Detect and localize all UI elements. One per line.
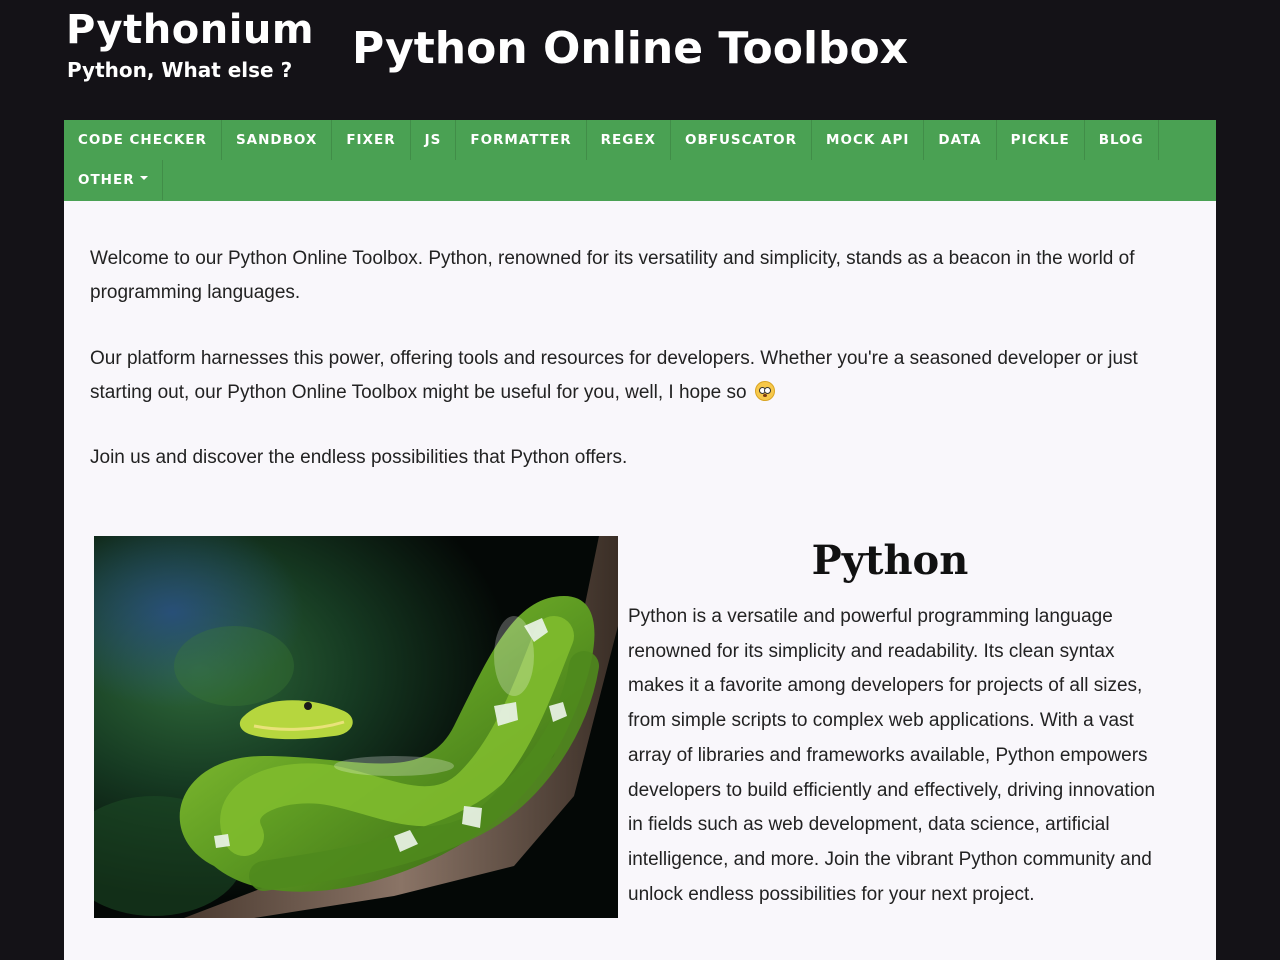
main-nav: CODE CHECKER SANDBOX FIXER JS FORMATTER … bbox=[64, 120, 1216, 201]
nav-item-other-label: OTHER bbox=[78, 172, 135, 188]
nav-item-pickle[interactable]: PICKLE bbox=[997, 120, 1085, 160]
intro-paragraph-2: Our platform harnesses this power, offer… bbox=[90, 342, 1180, 410]
nav-item-code-checker[interactable]: CODE CHECKER bbox=[64, 120, 222, 160]
nav-item-formatter[interactable]: FORMATTER bbox=[456, 120, 587, 160]
nav-item-js[interactable]: JS bbox=[411, 120, 457, 160]
nav-item-mock-api[interactable]: MOCK API bbox=[812, 120, 925, 160]
python-description: Python is a versatile and powerful progr… bbox=[628, 606, 1156, 905]
nav-item-other-dropdown[interactable]: OTHER bbox=[64, 160, 163, 200]
nav-item-sandbox[interactable]: SANDBOX bbox=[222, 120, 333, 160]
nav-row-primary: CODE CHECKER SANDBOX FIXER JS FORMATTER … bbox=[64, 120, 1159, 160]
brand-tagline: Python, What else ? bbox=[67, 58, 293, 82]
intro-paragraph-3: Join us and discover the endless possibi… bbox=[90, 447, 628, 468]
intro-paragraph-1: Welcome to our Python Online Toolbox. Py… bbox=[90, 248, 1135, 303]
flushed-face-emoji-icon bbox=[754, 381, 775, 401]
main-content: Welcome to our Python Online Toolbox. Py… bbox=[64, 201, 1216, 960]
nav-item-blog[interactable]: BLOG bbox=[1085, 120, 1159, 160]
python-heading: Python bbox=[811, 537, 969, 584]
site-header: Pythonium Python, What else ? Python Onl… bbox=[0, 0, 1280, 120]
intro-paragraph-2-text: Our platform harnesses this power, offer… bbox=[90, 348, 1138, 403]
brand-name[interactable]: Pythonium bbox=[66, 6, 314, 54]
nav-item-fixer[interactable]: FIXER bbox=[332, 120, 411, 160]
caret-down-icon bbox=[139, 176, 148, 180]
nav-item-regex[interactable]: REGEX bbox=[587, 120, 671, 160]
python-snake-image bbox=[94, 536, 618, 918]
nav-row-secondary: OTHER bbox=[64, 160, 163, 200]
nav-item-obfuscator[interactable]: OBFUSCATOR bbox=[671, 120, 813, 160]
nav-item-data[interactable]: DATA bbox=[924, 120, 997, 160]
site-title: Python Online Toolbox bbox=[352, 23, 909, 74]
